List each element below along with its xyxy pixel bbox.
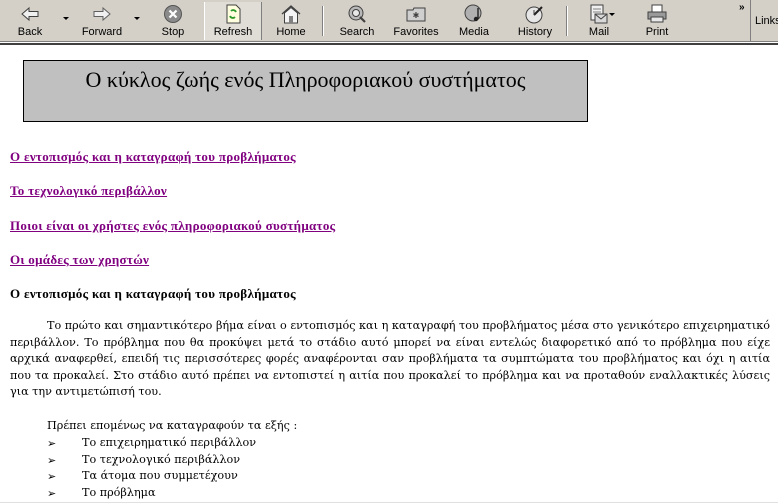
toc-link-system-users[interactable]: Ποιοι είναι οι χρήστες ενός πληροφοριακο…: [10, 218, 335, 234]
body-paragraph: Το πρώτο και σημαντικότερο βήμα είναι ο …: [10, 319, 770, 399]
media-icon: [464, 4, 482, 22]
arrow-bullet-icon: ➢: [47, 470, 57, 484]
links-label: Links: [755, 15, 778, 27]
window-bottom-edge: [0, 502, 778, 503]
mail-dropdown-chevron-icon[interactable]: [609, 13, 615, 16]
back-dropdown-chevron-icon[interactable]: [63, 17, 69, 20]
links-bar[interactable]: Links: [750, 0, 778, 41]
back-arrow-icon: [21, 6, 39, 22]
list-item: ➢ Το πρόβλημα: [47, 485, 156, 500]
print-button[interactable]: Print: [632, 2, 682, 40]
printer-icon: [647, 4, 667, 23]
requirements-list: ➢ Το επιχειρηματικό περιβάλλον ➢ Το τεχνολ…: [47, 436, 256, 502]
favorites-button[interactable]: ✱ Favorites: [390, 2, 442, 40]
refresh-button[interactable]: Refresh: [204, 2, 262, 40]
forward-dropdown-chevron-icon[interactable]: [134, 17, 140, 20]
forward-button[interactable]: Forward: [74, 2, 130, 40]
list-item: ➢ Τα άτομα που συμμετέχουν: [47, 469, 238, 484]
section-heading: Ο εντοπισμός και η καταγραφή του προβλήμ…: [10, 286, 296, 301]
arrow-bullet-icon: ➢: [47, 486, 57, 500]
browser-toolbar: Back Forward Stop Refresh Home Search ✱ …: [0, 0, 778, 45]
home-icon: [281, 5, 301, 24]
page-title: Ο κύκλος ζωής ενός Πληροφοριακού συστήμα…: [85, 67, 526, 92]
stop-button[interactable]: Stop: [150, 2, 196, 40]
search-button[interactable]: Search: [332, 2, 382, 40]
page-title-box: Ο κύκλος ζωής ενός Πληροφοριακού συστήμα…: [23, 60, 588, 122]
list-item: ➢ Το τεχνολογικό περιβάλλον: [47, 452, 241, 467]
search-icon: [348, 5, 366, 23]
toc-link-problem-identification[interactable]: Ο εντοπισμός και η καταγραφή του προβλήμ…: [10, 149, 296, 165]
forward-arrow-icon: [93, 6, 111, 22]
history-button[interactable]: History: [510, 2, 560, 40]
arrow-bullet-icon: ➢: [47, 437, 57, 450]
toc-link-user-groups[interactable]: Οι ομάδες των χρηστών: [10, 252, 149, 268]
home-button[interactable]: Home: [266, 2, 316, 40]
back-button[interactable]: Back: [4, 2, 56, 40]
favorites-folder-icon: ✱: [406, 7, 426, 22]
stop-icon: [164, 5, 182, 23]
toolbar-separator: [322, 6, 324, 36]
history-clock-icon: [525, 6, 543, 24]
refresh-icon: [226, 4, 241, 24]
mail-icon: [590, 4, 608, 24]
toc-link-technological-environment[interactable]: Το τεχνολογικό περιβάλλον: [10, 183, 167, 199]
toolbar-separator: [566, 6, 568, 36]
list-intro: Πρέπει επομένως να καταγραφούν τα εξής :: [47, 419, 298, 432]
list-item: ➢ Το επιχειρηματικό περιβάλλον: [47, 436, 257, 450]
mail-button[interactable]: Mail: [576, 2, 622, 40]
media-button[interactable]: Media: [450, 2, 498, 40]
arrow-bullet-icon: ➢: [47, 453, 57, 467]
svg-text:✱: ✱: [413, 11, 420, 20]
toolbar-overflow-chevron-icon[interactable]: »: [739, 2, 745, 13]
